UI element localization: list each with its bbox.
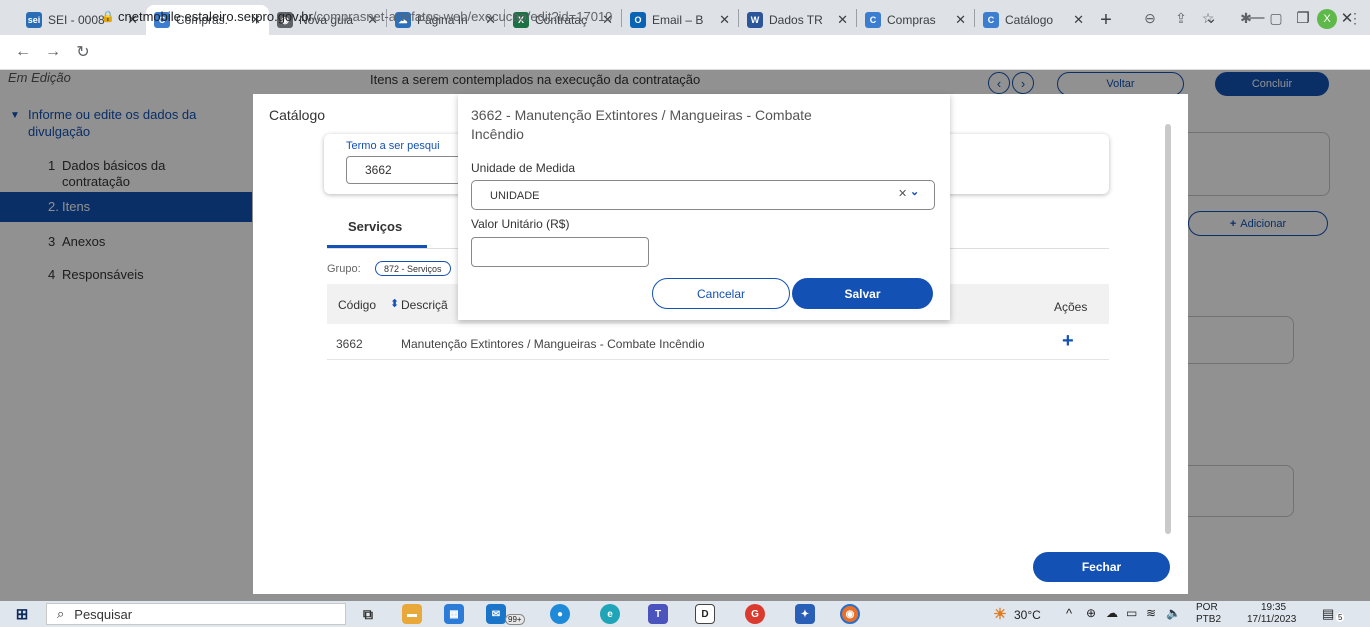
notification-count: 5 <box>1336 613 1345 622</box>
close-icon[interactable]: ✕ <box>837 12 848 28</box>
clock-time[interactable]: 19:35 <box>1261 602 1286 613</box>
url-host: cnetmobile.estaleiro.serpro.gov.br <box>118 9 313 24</box>
docs-app-icon[interactable]: D <box>695 604 715 624</box>
column-header-desc[interactable]: Descriçã <box>401 298 448 312</box>
tab-label: Email – B <box>652 13 704 27</box>
sei-icon: sei <box>26 12 42 28</box>
cloud-sync-icon[interactable]: ☁ <box>1106 606 1118 620</box>
browser-tab[interactable]: C Compras ✕ <box>857 5 974 35</box>
dialog-title: 3662 - Manutenção Extintores / Mangueira… <box>471 107 812 142</box>
task-view-icon[interactable]: ⧉ <box>358 604 378 624</box>
extensions-icon[interactable]: ✱ <box>1236 8 1256 28</box>
screen: sei SEI - 0008 ✕ C Compras. ✕ ◉ Nova gui… <box>0 0 1370 627</box>
outlook-icon: O <box>630 12 646 28</box>
price-input[interactable] <box>471 237 649 267</box>
mail-app-icon[interactable]: ✉ <box>486 604 506 624</box>
edge-icon[interactable]: e <box>600 604 620 624</box>
file-explorer-icon[interactable]: ▬ <box>402 604 422 624</box>
notification-badge: 99+ <box>505 614 525 625</box>
search-label: Termo a ser pesqui <box>346 140 440 152</box>
close-icon[interactable]: ✕ <box>719 12 730 28</box>
tab-label: Compras <box>887 13 936 27</box>
browser-tab[interactable]: W Dados TR ✕ <box>739 5 856 35</box>
unit-label: Unidade de Medida <box>471 161 576 175</box>
tab-label: Catálogo <box>1005 13 1054 27</box>
column-header-code[interactable]: Código <box>338 298 376 312</box>
save-button[interactable]: Salvar <box>792 278 933 309</box>
plus-icon[interactable]: + <box>1062 330 1074 353</box>
forward-icon[interactable]: → <box>38 37 68 67</box>
notification-center-icon[interactable]: ▤ <box>1322 606 1334 622</box>
close-icon[interactable]: ✕ <box>1073 12 1084 28</box>
chrome-taskbar-icon[interactable]: ◉ <box>840 604 860 624</box>
teams-icon[interactable]: T <box>648 604 668 624</box>
tab-label: Dados TR <box>769 13 823 27</box>
table-row: 3662 Manutenção Extintores / Mangueiras … <box>327 326 1109 360</box>
language-indicator[interactable]: POR <box>1196 602 1218 613</box>
chevron-down-icon[interactable]: ⌄ <box>910 185 919 198</box>
new-tab-button[interactable]: + <box>1092 5 1120 35</box>
row-code: 3662 <box>336 337 363 351</box>
address-bar: ← → ↻ <box>0 35 1370 70</box>
price-label: Valor Unitário (R$) <box>471 217 570 231</box>
grupo-filter-chip[interactable]: 872 - Serviços <box>375 261 451 276</box>
tray-expand-icon[interactable]: ^ <box>1066 606 1072 621</box>
taskbar-search-placeholder: Pesquisar <box>74 606 133 622</box>
temperature[interactable]: 30°C <box>1014 608 1041 622</box>
lock-icon[interactable]: 🔒 <box>101 10 115 23</box>
search-icon: ⌕ <box>57 606 65 621</box>
windows-start-icon[interactable]: ⊞ <box>12 604 32 624</box>
reload-icon[interactable]: ↻ <box>68 37 98 67</box>
side-panel-icon[interactable]: ▢ <box>1266 8 1286 28</box>
sort-icon[interactable]: ⬍ <box>390 297 399 310</box>
tab-servicos[interactable]: Serviços <box>348 219 402 234</box>
back-icon[interactable]: ← <box>8 37 38 67</box>
column-header-actions: Ações <box>1054 300 1088 314</box>
keyboard-layout[interactable]: PTB2 <box>1196 614 1221 625</box>
browser-tab[interactable]: C Catálogo ✕ <box>975 5 1092 35</box>
cancel-button[interactable]: Cancelar <box>652 278 790 309</box>
cortana-icon[interactable]: ● <box>550 604 570 624</box>
catalog-title: Catálogo <box>269 107 326 123</box>
app-icon[interactable]: ✦ <box>795 604 815 624</box>
bookmark-star-icon[interactable]: ☆ <box>1198 8 1218 28</box>
zoom-icon[interactable]: ⊖ <box>1140 8 1160 28</box>
item-dialog: 3662 - Manutenção Extintores / Mangueira… <box>458 94 950 320</box>
menu-kebab-icon[interactable]: ⋮ <box>1345 8 1365 28</box>
url-path: /comprasnet-artefatos-web/execucao/edit?… <box>312 9 613 24</box>
compras-icon: C <box>865 12 881 28</box>
url-field[interactable]: cnetmobile.estaleiro.serpro.gov.br/compr… <box>118 9 612 24</box>
compras-icon: C <box>983 12 999 28</box>
wifi-icon[interactable]: ≋ <box>1146 606 1156 620</box>
grupo-label: Grupo: <box>327 263 361 275</box>
profile-avatar[interactable]: X <box>1317 9 1337 29</box>
store-icon[interactable]: ▦ <box>444 604 464 624</box>
volume-icon[interactable]: 🔈 <box>1166 606 1181 620</box>
network-icon[interactable]: ▭ <box>1126 606 1137 620</box>
browser-tab[interactable]: O Email – B ✕ <box>622 5 738 35</box>
clear-icon[interactable]: ✕ <box>898 187 907 200</box>
clock-date[interactable]: 17/11/2023 <box>1247 614 1296 625</box>
word-icon: W <box>747 12 763 28</box>
row-description: Manutenção Extintores / Mangueiras - Com… <box>401 337 705 351</box>
share-icon[interactable]: ⇪ <box>1171 8 1191 28</box>
fechar-button[interactable]: Fechar <box>1033 552 1170 582</box>
meet-icon[interactable]: ⊕ <box>1086 606 1096 620</box>
unit-select[interactable]: UNIDADE <box>471 180 935 210</box>
close-icon[interactable]: ✕ <box>955 12 966 28</box>
weather-icon[interactable]: ☀ <box>990 604 1010 624</box>
google-icon[interactable]: G <box>745 604 765 624</box>
taskbar-search[interactable]: ⌕ Pesquisar <box>46 603 346 625</box>
scrollbar[interactable] <box>1165 124 1171 534</box>
taskbar: ⊞ ⌕ Pesquisar ⧉ ▬ ▦ ✉ 99+ ● e T D G ✦ ◉ … <box>0 601 1370 627</box>
